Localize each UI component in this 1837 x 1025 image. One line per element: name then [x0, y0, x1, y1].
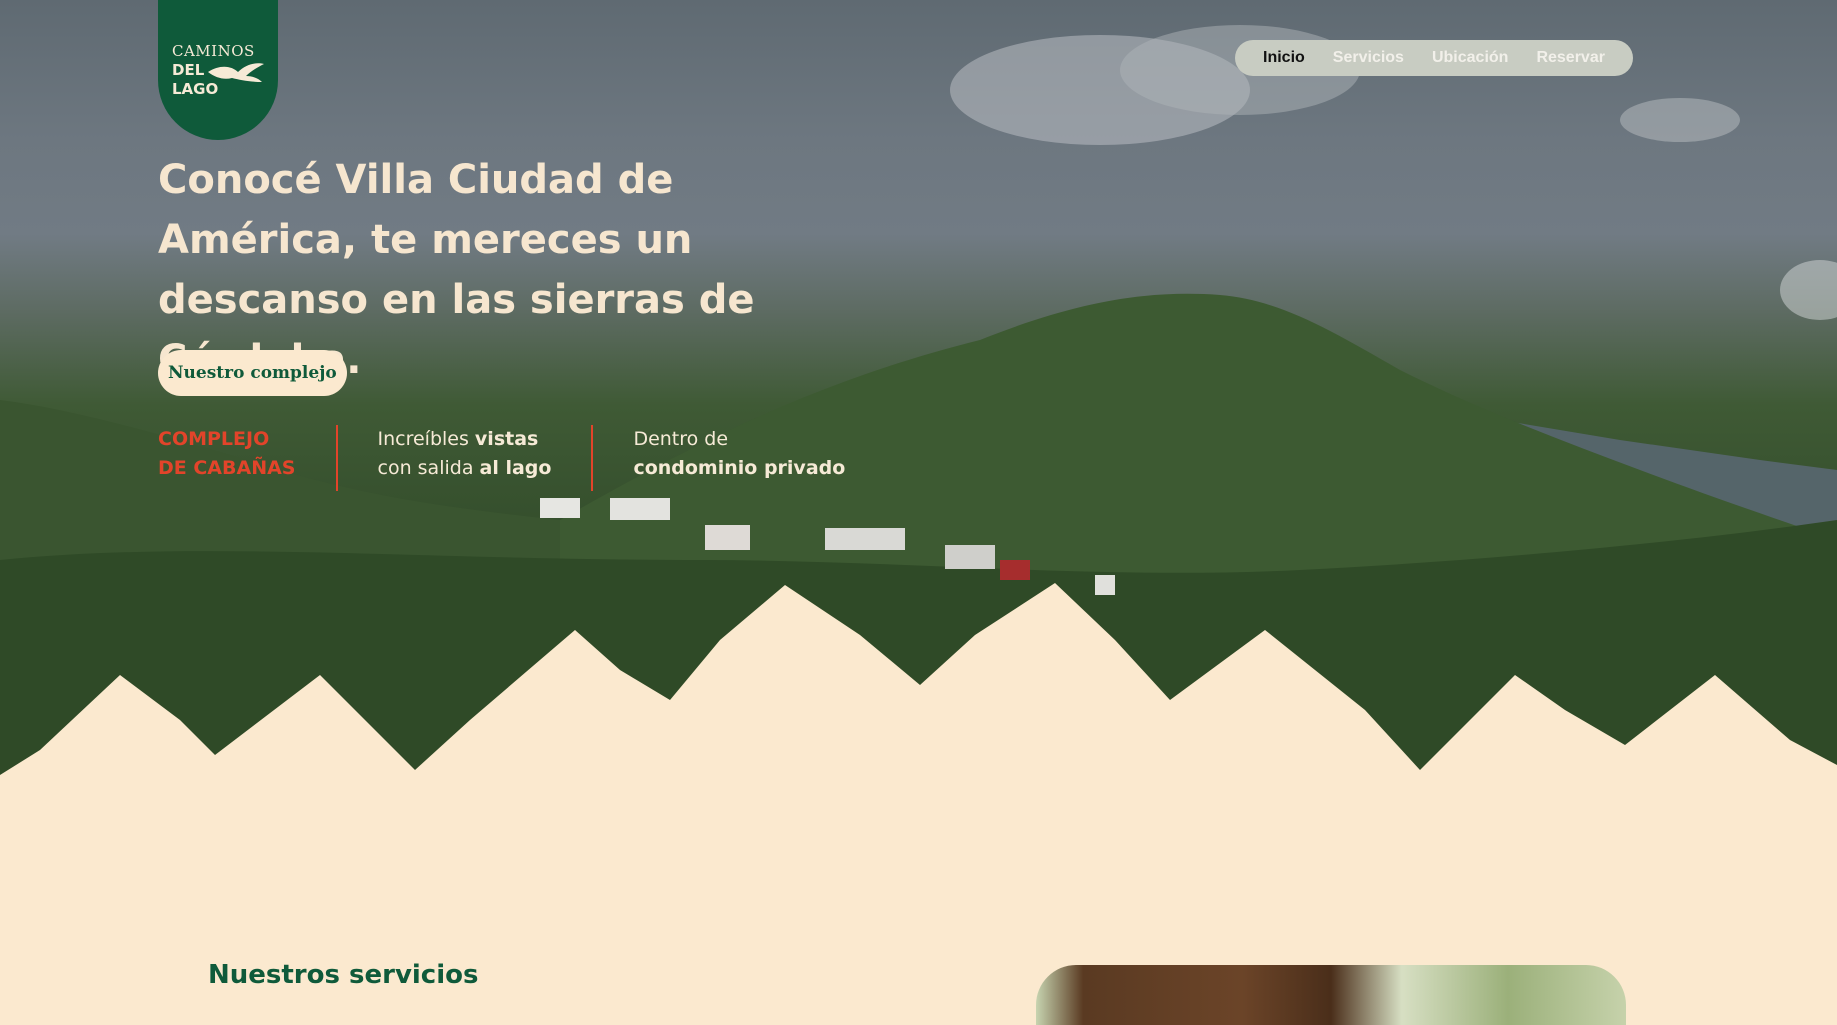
feature-condominio-text-b: condominio privado: [633, 457, 846, 479]
feature-complejo-line1: COMPLEJO: [158, 428, 270, 450]
nav-item-servicios[interactable]: Servicios: [1333, 49, 1404, 67]
feature-complejo: COMPLEJO DE CABAÑAS: [158, 425, 296, 491]
main-navigation: Inicio Servicios Ubicación Reservar: [1235, 40, 1633, 76]
nav-item-inicio[interactable]: Inicio: [1263, 49, 1305, 67]
feature-vistas-text-a: Increíbles: [377, 428, 475, 450]
hero-features: COMPLEJO DE CABAÑAS Increíbles vistas co…: [158, 425, 845, 491]
mountain-divider: [0, 583, 1837, 780]
feature-vistas-text-b: vistas: [474, 428, 539, 450]
feature-vistas-text-d: al lago: [479, 457, 552, 479]
services-title: Nuestros servicios: [208, 960, 479, 990]
feature-condominio-text-a: Dentro de: [633, 428, 729, 450]
feature-condominio: Dentro de condominio privado: [633, 425, 845, 491]
bird-icon: [208, 63, 264, 82]
feature-complejo-line2: DE CABAÑAS: [158, 457, 296, 479]
services-photo: [1036, 965, 1626, 1025]
feature-separator: [335, 425, 338, 491]
site-logo[interactable]: CAMINOS DEL LAGO: [158, 0, 278, 140]
nav-item-reservar[interactable]: Reservar: [1536, 49, 1605, 67]
nav-item-ubicacion[interactable]: Ubicación: [1432, 49, 1508, 67]
feature-separator: [591, 425, 594, 491]
logo-text-del: DEL: [172, 61, 205, 79]
nuestro-complejo-button[interactable]: Nuestro complejo: [158, 350, 347, 396]
feature-vistas: Increíbles vistas con salida al lago: [378, 425, 552, 491]
feature-vistas-text-c: con salida: [377, 457, 480, 479]
